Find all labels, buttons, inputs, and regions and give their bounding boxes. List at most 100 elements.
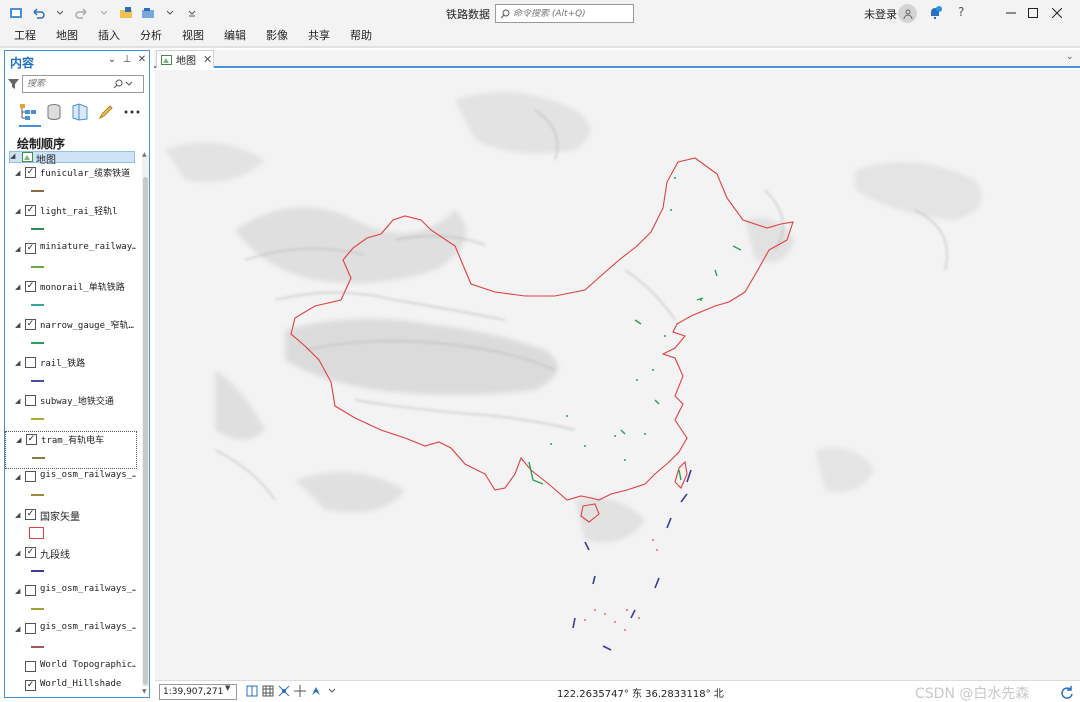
layer-expander-icon[interactable]: ◢ xyxy=(15,207,20,215)
layer-visibility-checkbox[interactable] xyxy=(25,661,36,672)
open-dropdown-icon[interactable] xyxy=(160,3,180,23)
menu-share[interactable]: 共享 xyxy=(298,26,340,46)
layer-visibility-checkbox[interactable]: ✓ xyxy=(25,281,36,292)
signin-status[interactable]: 未登录 xyxy=(864,6,897,22)
map-node[interactable]: ◢ 地图 xyxy=(9,151,135,166)
layer-item[interactable]: ◢ gis_osm_railways_… xyxy=(5,583,137,621)
grid-icon[interactable] xyxy=(261,684,275,698)
line-symbol[interactable] xyxy=(32,457,45,459)
layer-expander-icon[interactable]: ◢ xyxy=(15,587,20,595)
menu-project[interactable]: 工程 xyxy=(0,26,46,46)
layer-visibility-checkbox[interactable]: ✓ xyxy=(25,243,36,254)
line-symbol[interactable] xyxy=(31,190,44,192)
search-icon[interactable] xyxy=(113,79,123,89)
contents-search[interactable] xyxy=(22,75,144,93)
layer-expander-icon[interactable]: ◢ xyxy=(15,359,20,367)
refresh-icon[interactable] xyxy=(1060,685,1074,702)
line-symbol[interactable] xyxy=(31,608,44,610)
layer-item[interactable]: ◢ ✓ miniature_railway… xyxy=(5,241,137,279)
layer-item[interactable]: ◢ ✓ 国家矢量 xyxy=(5,507,137,545)
snapping-icon[interactable] xyxy=(277,684,291,698)
help-button[interactable]: ? xyxy=(958,5,964,19)
open-project-icon[interactable] xyxy=(138,3,158,23)
layer-visibility-checkbox[interactable]: ✓ xyxy=(25,680,36,691)
layer-item[interactable]: ◢ ✓ 九段线 xyxy=(5,545,137,583)
redo-icon[interactable] xyxy=(72,3,92,23)
notification-bell-icon[interactable] xyxy=(926,4,944,22)
layer-visibility-checkbox[interactable] xyxy=(25,471,36,482)
line-symbol[interactable] xyxy=(31,228,44,230)
close-tab-icon[interactable]: ✕ xyxy=(203,53,212,66)
line-symbol[interactable] xyxy=(31,304,44,306)
navigate-icon[interactable] xyxy=(309,684,323,698)
menu-insert[interactable]: 插入 xyxy=(88,26,130,46)
layer-item[interactable]: ◢ ✓ narrow_gauge_窄轨… xyxy=(5,317,137,355)
layer-expander-icon[interactable]: ◢ xyxy=(15,473,20,481)
layer-expander-icon[interactable]: ◢ xyxy=(15,283,20,291)
line-symbol[interactable] xyxy=(31,570,44,572)
menu-edit[interactable]: 编辑 xyxy=(214,26,256,46)
layer-expander-icon[interactable]: ◢ xyxy=(15,321,20,329)
list-by-selection-icon[interactable] xyxy=(71,103,89,121)
layer-visibility-checkbox[interactable]: ✓ xyxy=(25,547,36,558)
pane-options-chevron-icon[interactable]: ⌄ xyxy=(107,54,117,65)
tab-list-chevron-icon[interactable]: ⌄ xyxy=(1066,52,1074,62)
line-symbol[interactable] xyxy=(31,646,44,648)
status-dropdown-icon[interactable] xyxy=(325,684,339,698)
layer-visibility-checkbox[interactable] xyxy=(25,585,36,596)
layer-item[interactable]: World Topographic… xyxy=(5,659,137,677)
layer-visibility-checkbox[interactable] xyxy=(25,395,36,406)
undo-dropdown-icon[interactable] xyxy=(50,3,70,23)
layer-item[interactable]: ◢ ✓ monorail_单轨铁路 xyxy=(5,279,137,317)
layer-visibility-checkbox[interactable]: ✓ xyxy=(26,434,37,445)
user-avatar[interactable] xyxy=(898,4,917,23)
scale-dropdown-icon[interactable]: ▼ xyxy=(225,684,230,692)
layer-visibility-checkbox[interactable]: ✓ xyxy=(25,205,36,216)
map-node-expander-icon[interactable]: ◢ xyxy=(10,152,15,160)
map-canvas[interactable] xyxy=(155,70,1080,680)
menu-imagery[interactable]: 影像 xyxy=(256,26,298,46)
line-symbol[interactable] xyxy=(31,418,44,420)
menu-map[interactable]: 地图 xyxy=(46,26,88,46)
line-symbol[interactable] xyxy=(31,380,44,382)
menu-view[interactable]: 视图 xyxy=(172,26,214,46)
layer-item[interactable]: ◢ rail_铁路 xyxy=(5,355,137,393)
scroll-up-icon[interactable]: ▲ xyxy=(142,151,147,158)
layer-visibility-checkbox[interactable]: ✓ xyxy=(25,167,36,178)
more-options-icon[interactable] xyxy=(123,103,141,121)
layer-item[interactable]: ◢ ✓ funicular_缆索铁道 xyxy=(5,165,137,203)
list-by-editing-icon[interactable] xyxy=(97,103,115,121)
line-symbol[interactable] xyxy=(31,266,44,268)
command-search-input[interactable] xyxy=(513,8,628,19)
line-symbol[interactable] xyxy=(31,342,44,344)
layer-visibility-checkbox[interactable]: ✓ xyxy=(25,509,36,520)
layer-expander-icon[interactable]: ◢ xyxy=(15,169,20,177)
menu-help[interactable]: 帮助 xyxy=(340,26,382,46)
layer-expander-icon[interactable]: ◢ xyxy=(15,511,20,519)
layer-item[interactable]: ◢ gis_osm_railways_… xyxy=(5,621,137,659)
layer-item[interactable]: ◢ gis_osm_railways_… xyxy=(5,469,137,507)
layer-expander-icon[interactable]: ◢ xyxy=(15,625,20,633)
layer-visibility-checkbox[interactable]: ✓ xyxy=(25,319,36,330)
app-icon[interactable] xyxy=(6,3,26,23)
pan-icon[interactable] xyxy=(293,684,307,698)
new-project-icon[interactable] xyxy=(116,3,136,23)
command-search[interactable] xyxy=(495,4,634,23)
contents-search-input[interactable] xyxy=(27,79,111,89)
fixed-zoom-icon[interactable] xyxy=(245,684,259,698)
pin-icon[interactable]: ⊥ xyxy=(122,54,132,65)
layer-expander-icon[interactable]: ◢ xyxy=(16,436,21,444)
layer-visibility-checkbox[interactable] xyxy=(25,357,36,368)
layer-expander-icon[interactable]: ◢ xyxy=(15,549,20,557)
layer-visibility-checkbox[interactable] xyxy=(25,623,36,634)
filter-icon[interactable] xyxy=(8,78,19,90)
layer-item[interactable]: ✓ World_Hillshade xyxy=(5,678,137,693)
undo-icon[interactable] xyxy=(28,3,48,23)
pane-close-icon[interactable]: ✕ xyxy=(137,54,147,65)
layer-item[interactable]: ◢ subway_地铁交通 xyxy=(5,393,137,431)
layer-expander-icon[interactable]: ◢ xyxy=(15,245,20,253)
search-dropdown-icon[interactable] xyxy=(125,81,133,87)
polygon-symbol[interactable] xyxy=(29,527,44,539)
redo-dropdown-icon[interactable] xyxy=(94,3,114,23)
layer-expander-icon[interactable]: ◢ xyxy=(15,397,20,405)
